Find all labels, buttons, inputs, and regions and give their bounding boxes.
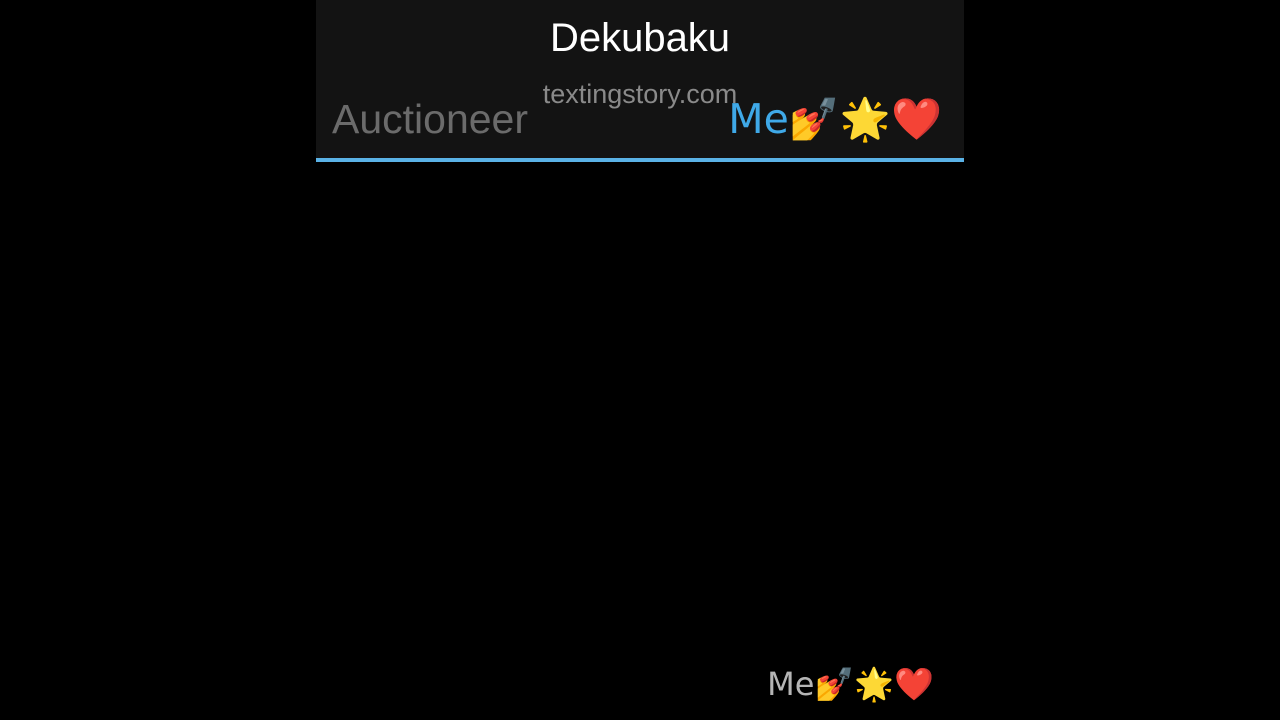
story-screen: Dekubaku textingstory.com Auctioneer Me💅… bbox=[316, 0, 964, 720]
tab-me[interactable]: Me💅🌟❤️ bbox=[728, 94, 942, 144]
chat-area: Me💅🌟❤️ bbox=[316, 162, 964, 720]
conversation-title: Dekubaku bbox=[549, 16, 731, 60]
app-header: Dekubaku textingstory.com Auctioneer Me💅… bbox=[316, 0, 964, 158]
sender-label: Me💅🌟❤️ bbox=[767, 665, 934, 703]
tab-auctioneer[interactable]: Auctioneer bbox=[332, 94, 528, 144]
